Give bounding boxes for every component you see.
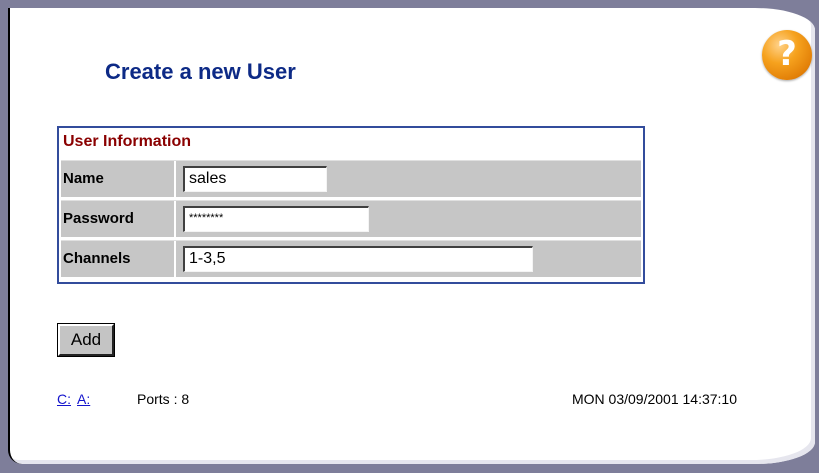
help-glyph: ? — [777, 34, 797, 74]
datetime-display: MON 03/09/2001 14:37:10 — [572, 391, 738, 407]
password-label: Password — [61, 201, 176, 237]
form-row-channels: Channels 1-3,5 — [61, 240, 641, 277]
drive-c-link[interactable]: C: — [57, 391, 71, 407]
content-panel: ? Create a new User User Information Nam… — [8, 8, 815, 464]
channels-label: Channels — [61, 241, 176, 277]
page-title: Create a new User — [105, 59, 296, 84]
drive-a-link[interactable]: A: — [77, 391, 90, 407]
user-information-table: User Information Name sales Password ***… — [57, 126, 645, 284]
section-title: User Information — [63, 133, 192, 150]
name-label: Name — [61, 161, 176, 197]
name-input[interactable]: sales — [183, 166, 327, 192]
help-question-icon[interactable]: ? — [762, 30, 812, 80]
add-button[interactable]: Add — [57, 323, 115, 357]
window-frame: ? Create a new User User Information Nam… — [0, 0, 819, 473]
password-input[interactable]: ******** — [183, 206, 369, 232]
channels-input[interactable]: 1-3,5 — [183, 246, 533, 272]
form-row-password: Password ******** — [61, 200, 641, 237]
ports-count: Ports : 8 — [137, 391, 190, 407]
form-row-name: Name sales — [61, 160, 641, 197]
